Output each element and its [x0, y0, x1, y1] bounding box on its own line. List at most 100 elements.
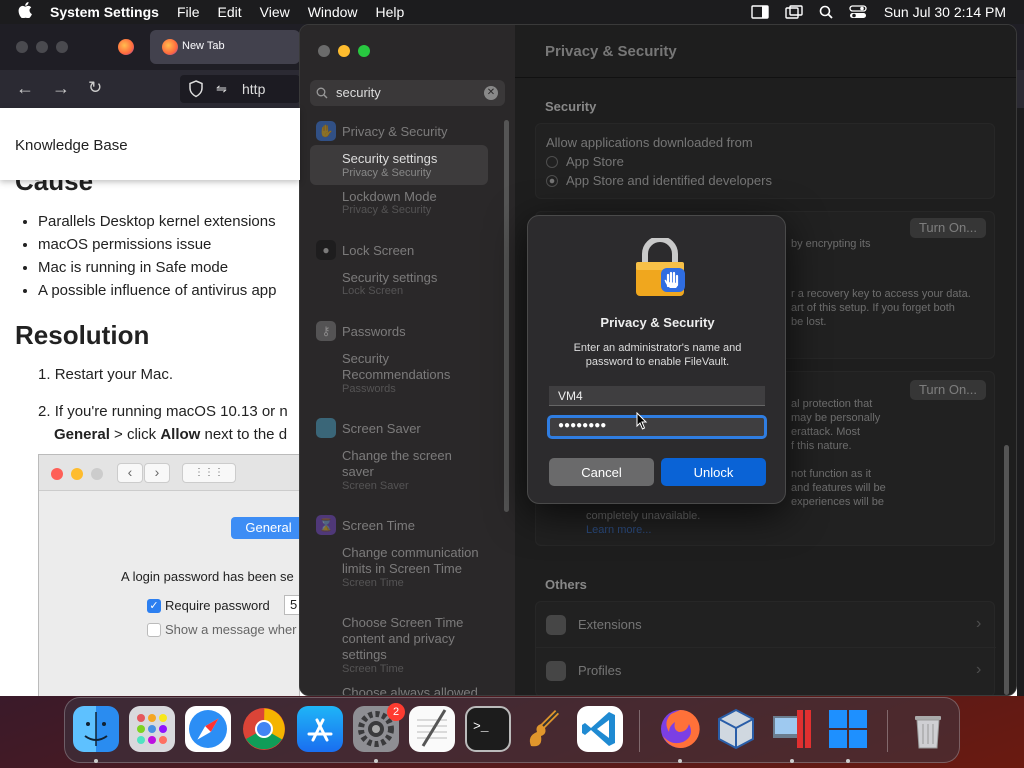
zoom-window-button[interactable] — [358, 45, 370, 57]
chevron-right-icon: › — [976, 661, 982, 678]
close-window-button[interactable] — [318, 45, 330, 57]
search-result-security-recommendations[interactable]: Security Recommendations Passwords — [342, 351, 492, 395]
vscode-icon[interactable] — [577, 706, 623, 752]
minimize-window-button[interactable] — [36, 41, 48, 53]
filevault-text: art of this setup. If you forget both — [791, 302, 955, 314]
username-input[interactable]: VM4 — [558, 389, 583, 403]
filevault-turn-on-button[interactable]: Turn On... — [910, 218, 986, 238]
allow-label: Allow applications downloaded from — [546, 135, 753, 150]
clock[interactable]: Sun Jul 30 2:14 PM — [875, 4, 1024, 20]
result-sub: Lock Screen — [342, 285, 404, 297]
unlock-button[interactable]: Unlock — [661, 458, 766, 486]
password-field[interactable]: ●●●●●●●● — [547, 415, 767, 439]
back-arrow-icon[interactable]: ← — [16, 78, 34, 99]
forward-arrow-icon[interactable]: → — [52, 78, 70, 99]
spotlight-search-icon[interactable] — [819, 5, 833, 19]
search-result-communication-limits[interactable]: Change communication limits in Screen Ti… — [342, 545, 482, 589]
running-indicator — [374, 759, 378, 763]
filevault-text: r a recovery key to access your data. — [791, 288, 971, 300]
hourglass-icon: ⌛ — [316, 515, 336, 535]
sidebar-item-lock-screen[interactable]: ● Lock Screen — [316, 240, 414, 260]
virtualbox-icon[interactable] — [713, 706, 759, 752]
content-scrollbar[interactable] — [1004, 445, 1009, 695]
search-icon — [316, 86, 328, 104]
chrome-icon[interactable] — [241, 706, 287, 752]
safari-icon[interactable] — [185, 706, 231, 752]
dock-divider — [887, 710, 888, 752]
filevault-text: be lost. — [791, 316, 827, 328]
search-result-lock-security[interactable]: Security settings Lock Screen — [342, 270, 437, 297]
password-input[interactable]: ●●●●●●●● — [558, 420, 606, 431]
filevault-text: by encrypting its — [791, 238, 871, 250]
lockdown-text: completely unavailable. — [586, 510, 701, 522]
trash-icon[interactable] — [905, 706, 951, 752]
control-center-icon[interactable] — [849, 5, 867, 19]
search-result-lockdown[interactable]: Lockdown Mode Privacy & Security — [342, 189, 437, 216]
login-text: A login password has been se — [121, 569, 294, 584]
finder-icon[interactable] — [73, 706, 119, 752]
key-icon: ⚷ — [316, 321, 336, 341]
minimize-window-button[interactable] — [338, 45, 350, 57]
textedit-icon[interactable] — [409, 706, 455, 752]
file-menu[interactable]: File — [168, 4, 209, 20]
click-text: > click — [109, 426, 161, 443]
search-input[interactable]: security — [336, 85, 381, 100]
profiles-row[interactable]: Profiles › — [536, 648, 996, 694]
parallels-icon[interactable] — [769, 706, 815, 752]
search-result-always-allowed[interactable]: Choose always allowed — [342, 685, 492, 696]
url-text[interactable]: http — [242, 81, 265, 97]
search-result-change-screen-saver[interactable]: Change the screen saver Screen Saver — [342, 448, 462, 492]
sidebar-item-screen-saver[interactable]: Screen Saver — [316, 418, 421, 438]
firefox-icon[interactable] — [657, 706, 703, 752]
garageband-icon[interactable] — [521, 706, 567, 752]
clear-search-icon[interactable]: ✕ — [484, 86, 498, 100]
username-field[interactable]: VM4 — [549, 386, 765, 406]
search-field[interactable]: security ✕ — [310, 80, 505, 106]
checkmark-badge-icon — [546, 661, 566, 681]
search-result-content-privacy[interactable]: Choose Screen Time content and privacy s… — [342, 615, 482, 675]
sidebar-item-privacy-security[interactable]: ✋ Privacy & Security — [316, 121, 447, 141]
search-result-security-settings[interactable]: Security settings Privacy & Security — [310, 145, 488, 185]
identified-radio[interactable] — [546, 175, 558, 187]
zoom-window-button[interactable] — [56, 41, 68, 53]
window-menu[interactable]: Window — [299, 4, 367, 20]
auth-dialog: Privacy & Security Enter an administrato… — [527, 215, 786, 504]
windows-icon[interactable] — [825, 706, 871, 752]
sidebar-item-passwords[interactable]: ⚷ Passwords — [316, 321, 406, 341]
result-sub: Screen Time — [342, 663, 404, 675]
help-menu[interactable]: Help — [367, 4, 414, 20]
reload-icon[interactable]: ↻ — [88, 78, 102, 98]
svg-text:>_: >_ — [473, 719, 489, 734]
allow-bold: Allow — [160, 426, 201, 443]
identified-option[interactable]: App Store and identified developers — [566, 173, 772, 188]
display-mirror-icon[interactable] — [751, 5, 769, 19]
launchpad-icon[interactable] — [129, 706, 175, 752]
lockdown-text: may be personally — [791, 412, 881, 424]
app-store-radio[interactable] — [546, 156, 558, 168]
extensions-row[interactable]: Extensions › — [536, 602, 996, 648]
result-label: Choose always allowed — [342, 685, 478, 696]
step-2-text: If you're running macOS 10.13 or n — [54, 403, 288, 420]
url-bar[interactable]: ⇋ http — [180, 75, 300, 103]
edit-menu[interactable]: Edit — [209, 4, 251, 20]
app-name-menu[interactable]: System Settings — [41, 4, 168, 20]
app-store-icon[interactable] — [297, 706, 343, 752]
sidebar-scrollbar[interactable] — [504, 120, 509, 512]
sidebar-item-screen-time[interactable]: ⌛ Screen Time — [316, 515, 415, 535]
cancel-button[interactable]: Cancel — [549, 458, 654, 486]
kb-title[interactable]: Knowledge Base — [15, 137, 128, 154]
menu-bar: System Settings File Edit View Window He… — [0, 0, 1024, 24]
lockdown-turn-on-button[interactable]: Turn On... — [910, 380, 986, 400]
close-window-button[interactable] — [16, 41, 28, 53]
show-message-label: Show a message wher — [165, 622, 297, 637]
screen-share-icon[interactable] — [785, 5, 803, 19]
view-menu[interactable]: View — [251, 4, 299, 20]
browser-tab-new[interactable]: New Tab — [150, 30, 300, 64]
apple-menu-icon[interactable] — [0, 1, 41, 23]
firefox-tab-icon[interactable] — [118, 39, 134, 55]
terminal-icon[interactable]: >_ — [465, 706, 511, 752]
chevron-right-icon: › — [976, 615, 982, 632]
others-group: Extensions › Profiles › — [535, 601, 996, 695]
learn-more-link[interactable]: Learn more... — [586, 524, 651, 536]
app-store-option[interactable]: App Store — [566, 154, 624, 169]
